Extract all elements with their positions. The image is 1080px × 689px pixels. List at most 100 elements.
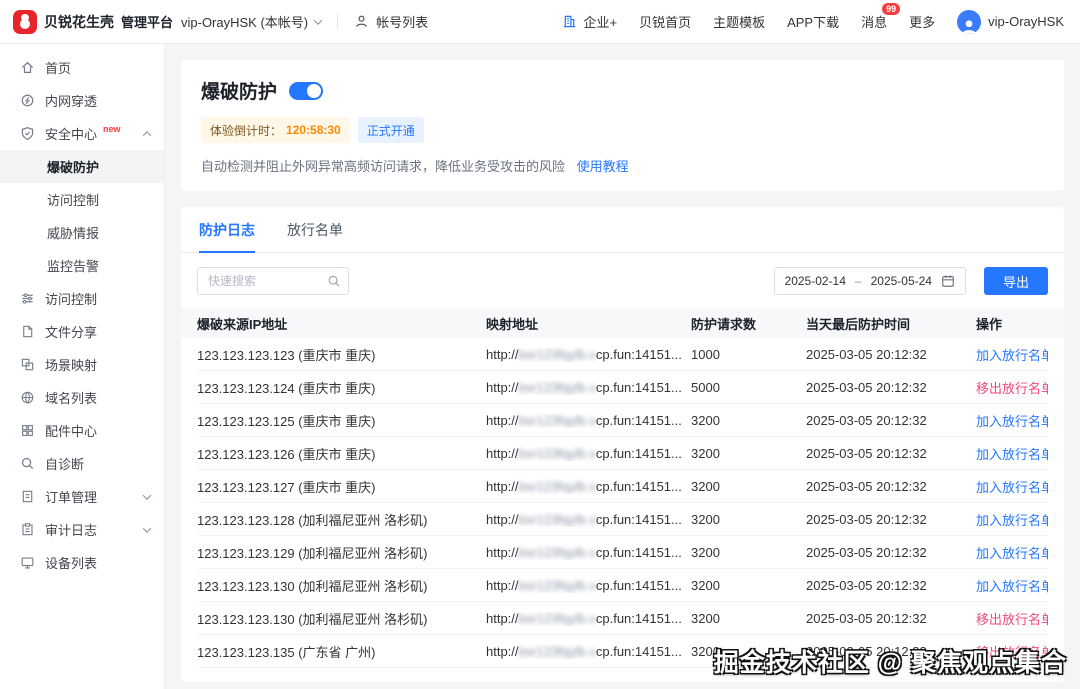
col-source-ip: 爆破来源IP地址 xyxy=(197,316,288,332)
sidebar: 首页 内网穿透 安全中心 new 爆破防护 访问控制 威胁情报 监控告警 访问控… xyxy=(0,44,165,689)
nav-oray-home[interactable]: 贝锐首页 xyxy=(639,12,691,31)
sidebar-item-brute-force-protection[interactable]: 爆破防护 xyxy=(0,150,164,183)
sidebar-item-access-control-sub[interactable]: 访问控制 xyxy=(0,183,164,216)
sidebar-item-scene-mapping[interactable]: 场景映射 xyxy=(0,348,164,381)
sidebar-item-audit-log[interactable]: 审计日志 xyxy=(0,513,164,546)
addons-icon xyxy=(20,423,36,438)
brand-logo[interactable]: 贝锐花生壳 管理平台 xyxy=(0,9,173,34)
date-end: 2025-05-24 xyxy=(870,274,932,288)
platform-label: 管理平台 xyxy=(121,15,174,30)
last-protect-time: 2025-03-05 20:12:32 xyxy=(806,577,927,593)
source-ip: 123.123.123.123 (重庆市 重庆) xyxy=(197,347,376,363)
request-count: 3200 xyxy=(691,445,720,461)
tutorial-link[interactable]: 使用教程 xyxy=(577,159,629,174)
page-title: 爆破防护 xyxy=(201,82,278,103)
tunnel-icon xyxy=(20,93,36,108)
protection-toggle[interactable] xyxy=(289,81,324,100)
nav-app-download[interactable]: APP下载 xyxy=(787,12,839,31)
sidebar-item-file-share[interactable]: 文件分享 xyxy=(0,315,164,348)
search-icon[interactable] xyxy=(327,274,341,288)
sidebar-item-home[interactable]: 首页 xyxy=(0,51,164,84)
device-icon xyxy=(20,555,36,570)
add-to-allowlist-link[interactable]: 加入放行名单 xyxy=(976,447,1048,462)
nav-messages[interactable]: 消息 99 xyxy=(861,3,901,31)
nav-theme-template[interactable]: 主题模板 xyxy=(713,12,765,31)
watermark: 掘金技术社区 @ 聚焦观点集合 xyxy=(713,649,1067,677)
request-count: 1000 xyxy=(691,346,720,362)
sidebar-item-device-list[interactable]: 设备列表 xyxy=(0,546,164,579)
mapped-address-blurred: bsr123fqylb.v xyxy=(518,379,596,395)
last-protect-time: 2025-03-05 20:12:32 xyxy=(806,511,927,527)
source-ip: 123.123.123.126 (重庆市 重庆) xyxy=(197,446,376,462)
source-ip: 123.123.123.124 (重庆市 重庆) xyxy=(197,380,376,396)
add-to-allowlist-link[interactable]: 加入放行名单 xyxy=(976,348,1048,363)
account-list-label: 帐号列表 xyxy=(376,15,429,30)
mapped-address: http://bsr123fqylb.vcp.fun:14151... xyxy=(486,478,682,494)
audit-icon xyxy=(20,522,36,537)
date-start: 2025-02-14 xyxy=(784,274,846,288)
table-row: 123.123.123.124 (重庆市 重庆) http://bsr123fq… xyxy=(197,371,1048,404)
sidebar-item-threat-intel[interactable]: 威胁情报 xyxy=(0,216,164,249)
home-icon xyxy=(20,60,36,75)
file-share-icon xyxy=(20,324,36,339)
tab-protection-log[interactable]: 防护日志 xyxy=(199,220,255,253)
table-row: 123.123.123.123 (重庆市 重庆) http://bsr123fq… xyxy=(197,338,1048,371)
account-list-button[interactable]: 帐号列表 xyxy=(354,12,428,31)
table-row: 123.123.123.130 (加利福尼亚州 洛杉矶) http://bsr1… xyxy=(197,602,1048,635)
user-account[interactable]: vip-OrayHSK xyxy=(957,9,1064,34)
sidebar-item-monitor-alert[interactable]: 监控告警 xyxy=(0,249,164,282)
source-ip: 123.123.123.125 (重庆市 重庆) xyxy=(197,413,376,429)
add-to-allowlist-link[interactable]: 加入放行名单 xyxy=(976,480,1048,495)
add-to-allowlist-link[interactable]: 加入放行名单 xyxy=(976,513,1048,528)
sidebar-item-domain-list[interactable]: 域名列表 xyxy=(0,381,164,414)
sidebar-item-intranet-tunnel[interactable]: 内网穿透 xyxy=(0,84,164,117)
remove-from-allowlist-link[interactable]: 移出放行名单 xyxy=(976,381,1048,396)
mapped-address-blurred: bsr123fqylb.v xyxy=(518,412,596,428)
brand-logo-icon xyxy=(13,9,37,34)
nav-more[interactable]: 更多 xyxy=(909,12,935,31)
account-selector[interactable]: vip-OrayHSK (本帐号) xyxy=(181,12,323,31)
col-request-count: 防护请求数 xyxy=(691,316,757,332)
table-row: 123.123.123.126 (重庆市 重庆) http://bsr123fq… xyxy=(197,437,1048,470)
export-button[interactable]: 导出 xyxy=(983,267,1048,295)
add-to-allowlist-link[interactable]: 加入放行名单 xyxy=(976,414,1048,429)
request-count: 3200 xyxy=(691,610,720,626)
activate-badge[interactable]: 正式开通 xyxy=(357,117,424,143)
add-to-allowlist-link[interactable]: 加入放行名单 xyxy=(976,546,1048,561)
main-content: 爆破防护 体验倒计时： 120:58:30 正式开通 自动检测并阻止外网异常高频… xyxy=(165,44,1080,689)
last-protect-time: 2025-03-05 20:12:32 xyxy=(806,610,927,626)
last-protect-time: 2025-03-05 20:12:32 xyxy=(806,478,927,494)
mapped-address-blurred: bsr123fqylb.v xyxy=(518,346,596,362)
diagnose-icon xyxy=(20,456,36,471)
add-to-allowlist-link[interactable]: 加入放行名单 xyxy=(976,579,1048,594)
col-last-protect-time: 当天最后防护时间 xyxy=(806,316,911,332)
sidebar-item-self-diagnose[interactable]: 自诊断 xyxy=(0,447,164,480)
tab-allow-list[interactable]: 放行名单 xyxy=(287,220,343,252)
mapped-address: http://bsr123fqylb.vcp.fun:14151... xyxy=(486,445,682,461)
search-box xyxy=(197,267,349,295)
log-card: 防护日志 放行名单 2025-02-14 – 2025-05-24 导出 xyxy=(181,207,1064,682)
trial-countdown: 体验倒计时： 120:58:30 xyxy=(201,117,350,143)
table-toolbar: 2025-02-14 – 2025-05-24 导出 xyxy=(181,253,1064,308)
nav-enterprise[interactable]: 企业+ xyxy=(562,12,617,31)
remove-from-allowlist-link[interactable]: 移出放行名单 xyxy=(976,612,1048,627)
protection-summary-card: 爆破防护 体验倒计时： 120:58:30 正式开通 自动检测并阻止外网异常高频… xyxy=(181,60,1064,191)
user-list-icon xyxy=(354,14,370,29)
mapped-address-blurred: bsr123fqylb.v xyxy=(518,643,596,659)
sidebar-item-addons-center[interactable]: 配件中心 xyxy=(0,414,164,447)
mapped-address: http://bsr123fqylb.vcp.fun:14151... xyxy=(486,577,682,593)
top-header: 贝锐花生壳 管理平台 vip-OrayHSK (本帐号) 帐号列表 企业+ 贝锐… xyxy=(0,0,1080,44)
sidebar-item-access-control[interactable]: 访问控制 xyxy=(0,282,164,315)
col-actions: 操作 xyxy=(976,316,1003,332)
mapped-address: http://bsr123fqylb.vcp.fun:14151... xyxy=(486,610,682,626)
user-avatar-icon xyxy=(957,9,982,34)
date-range-picker[interactable]: 2025-02-14 – 2025-05-24 xyxy=(773,267,966,295)
sidebar-item-order-management[interactable]: 订单管理 xyxy=(0,480,164,513)
feature-description: 自动检测并阻止外网异常高频访问请求，降低业务受攻击的风险 xyxy=(201,159,566,174)
enterprise-building-icon xyxy=(562,14,578,29)
mapped-address-blurred: bsr123fqylb.v xyxy=(518,445,596,461)
col-mapped-address: 映射地址 xyxy=(486,316,539,332)
sidebar-item-security-center[interactable]: 安全中心 new xyxy=(0,117,164,150)
source-ip: 123.123.123.135 (广东省 广州) xyxy=(197,644,376,660)
brand-name: 贝锐花生壳 xyxy=(44,13,114,30)
